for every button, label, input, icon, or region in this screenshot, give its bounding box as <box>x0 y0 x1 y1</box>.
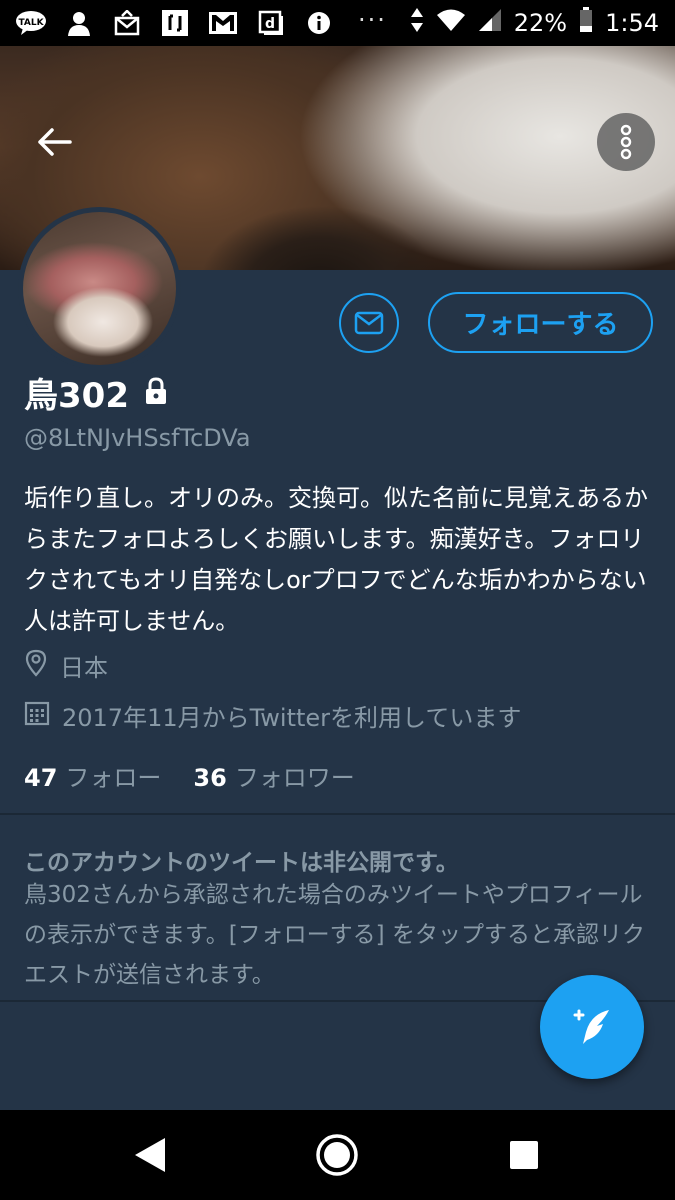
talk-icon: TALK <box>14 10 48 36</box>
profile-joined: 2017年11月からTwitterを利用しています <box>24 698 521 733</box>
calendar-icon <box>24 700 50 732</box>
status-bar: TALK d ··· 22% 1:54 <box>0 0 675 46</box>
following-count: 47 <box>24 764 58 792</box>
square-recents-icon <box>510 1141 538 1169</box>
silhouette-icon <box>62 10 96 36</box>
profile-handle: @8LtNJvHSsfTcDVa <box>24 424 251 452</box>
info-icon <box>302 10 336 36</box>
private-notice-body: 鳥302さんから承認された場合のみツイートやプロフィールの表示ができます。[フォ… <box>24 882 645 988</box>
profile-name: 鳥302 <box>24 376 129 416</box>
following-link[interactable]: 47 フォロー <box>24 758 161 793</box>
location-pin-icon <box>24 649 48 683</box>
more-options-button[interactable] <box>597 113 655 171</box>
battery-icon <box>579 7 593 39</box>
svg-text:TALK: TALK <box>18 18 44 28</box>
nav-back-button[interactable] <box>110 1110 190 1200</box>
more-notifications-indicator: ··· <box>358 6 387 34</box>
nav-home-button[interactable] <box>297 1110 377 1200</box>
lock-icon <box>143 376 169 409</box>
follow-counts: 47 フォロー 36 フォロワー <box>24 758 355 793</box>
triangle-back-icon <box>135 1138 165 1172</box>
avatar[interactable] <box>18 207 181 370</box>
back-button[interactable] <box>28 116 80 168</box>
profile-name-row: 鳥302 <box>24 368 169 417</box>
followers-label: フォロワー <box>234 764 355 792</box>
compose-tweet-button[interactable] <box>540 975 644 1079</box>
envelope-icon <box>354 311 384 335</box>
message-button[interactable] <box>339 293 399 353</box>
profile-bio: 垢作り直し。オリのみ。交換可。似た名前に見覚えあるからまたフォロよろしくお願いし… <box>24 484 648 635</box>
signal-icon <box>478 8 502 38</box>
location-text: 日本 <box>60 654 108 682</box>
joined-text: 2017年11月からTwitterを利用しています <box>62 704 522 732</box>
followers-count: 36 <box>193 764 227 792</box>
clock: 1:54 <box>605 9 659 37</box>
d-icon: d <box>254 10 288 36</box>
more-vertical-icon <box>620 124 632 160</box>
followers-link[interactable]: 36 フォロワー <box>193 758 354 793</box>
arrow-left-icon <box>38 128 72 156</box>
gmail-icon <box>206 10 240 36</box>
nav-recents-button[interactable] <box>484 1110 564 1200</box>
circle-home-icon <box>316 1134 358 1176</box>
bracket-icon <box>158 10 192 36</box>
data-arrows-icon <box>410 7 424 39</box>
compose-feather-icon <box>573 1009 609 1044</box>
following-label: フォロー <box>65 764 162 792</box>
profile-location: 日本 <box>24 648 108 683</box>
follow-button[interactable]: フォローする <box>428 292 653 353</box>
mail-notice-icon <box>110 10 144 36</box>
battery-percent: 22% <box>513 9 568 37</box>
svg-text:d: d <box>265 16 275 32</box>
private-notice-title: このアカウントのツイートは非公開です。 <box>24 850 459 876</box>
wifi-icon <box>436 8 466 38</box>
